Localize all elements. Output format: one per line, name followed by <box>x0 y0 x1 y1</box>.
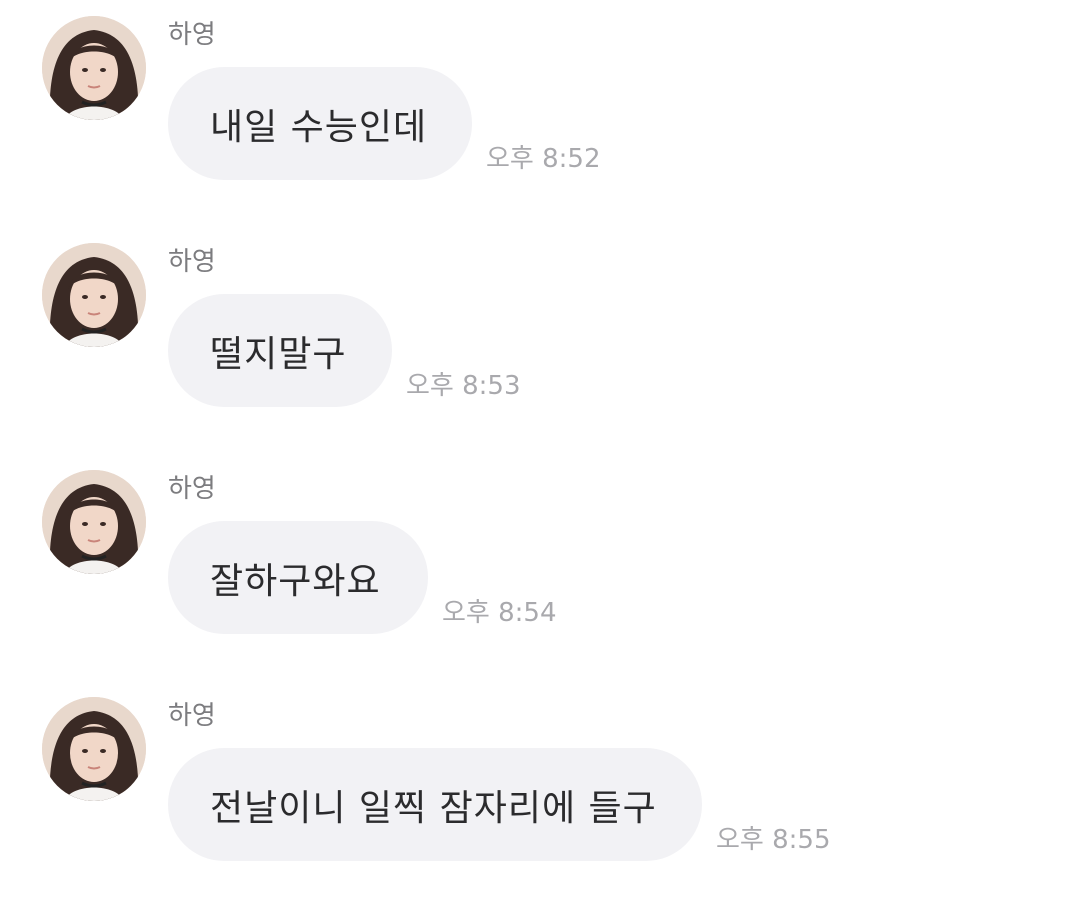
avatar-photo-icon <box>42 470 146 574</box>
message-time: 오후 8:54 <box>442 598 557 628</box>
sender-name: 하영 <box>168 701 216 731</box>
message-row: 하영 잘하구와요 오후 8:54 <box>0 454 1080 654</box>
message-text: 전날이니 일찍 잠자리에 들구 <box>210 787 657 829</box>
message-bubble[interactable]: 전날이니 일찍 잠자리에 들구 <box>168 748 702 861</box>
message-text: 떨지말구 <box>210 333 347 375</box>
message-row: 하영 전날이니 일찍 잠자리에 들구 오후 8:55 <box>0 681 1080 881</box>
avatar-photo-icon <box>42 243 146 347</box>
message-time: 오후 8:52 <box>486 144 601 174</box>
message-row: 하영 떨지말구 오후 8:53 <box>0 227 1080 427</box>
message-text: 잘하구와요 <box>210 560 381 602</box>
sender-name: 하영 <box>168 247 216 277</box>
sender-name: 하영 <box>168 20 216 50</box>
sender-avatar[interactable] <box>42 243 146 347</box>
sender-avatar[interactable] <box>42 470 146 574</box>
sender-name: 하영 <box>168 474 216 504</box>
message-bubble[interactable]: 떨지말구 <box>168 294 392 407</box>
message-time: 오후 8:55 <box>716 825 831 855</box>
message-row: 하영 내일 수능인데 오후 8:52 <box>0 0 1080 200</box>
sender-avatar[interactable] <box>42 697 146 801</box>
message-bubble[interactable]: 잘하구와요 <box>168 521 428 634</box>
message-text: 내일 수능인데 <box>210 106 428 148</box>
message-time: 오후 8:53 <box>406 371 521 401</box>
message-bubble[interactable]: 내일 수능인데 <box>168 67 472 180</box>
avatar-photo-icon <box>42 697 146 801</box>
avatar-photo-icon <box>42 16 146 120</box>
sender-avatar[interactable] <box>42 16 146 120</box>
chat-message-list[interactable]: 하영 내일 수능인데 오후 8:52 하영 떨지말구 오후 8:53 하영 잘하… <box>0 0 1080 916</box>
